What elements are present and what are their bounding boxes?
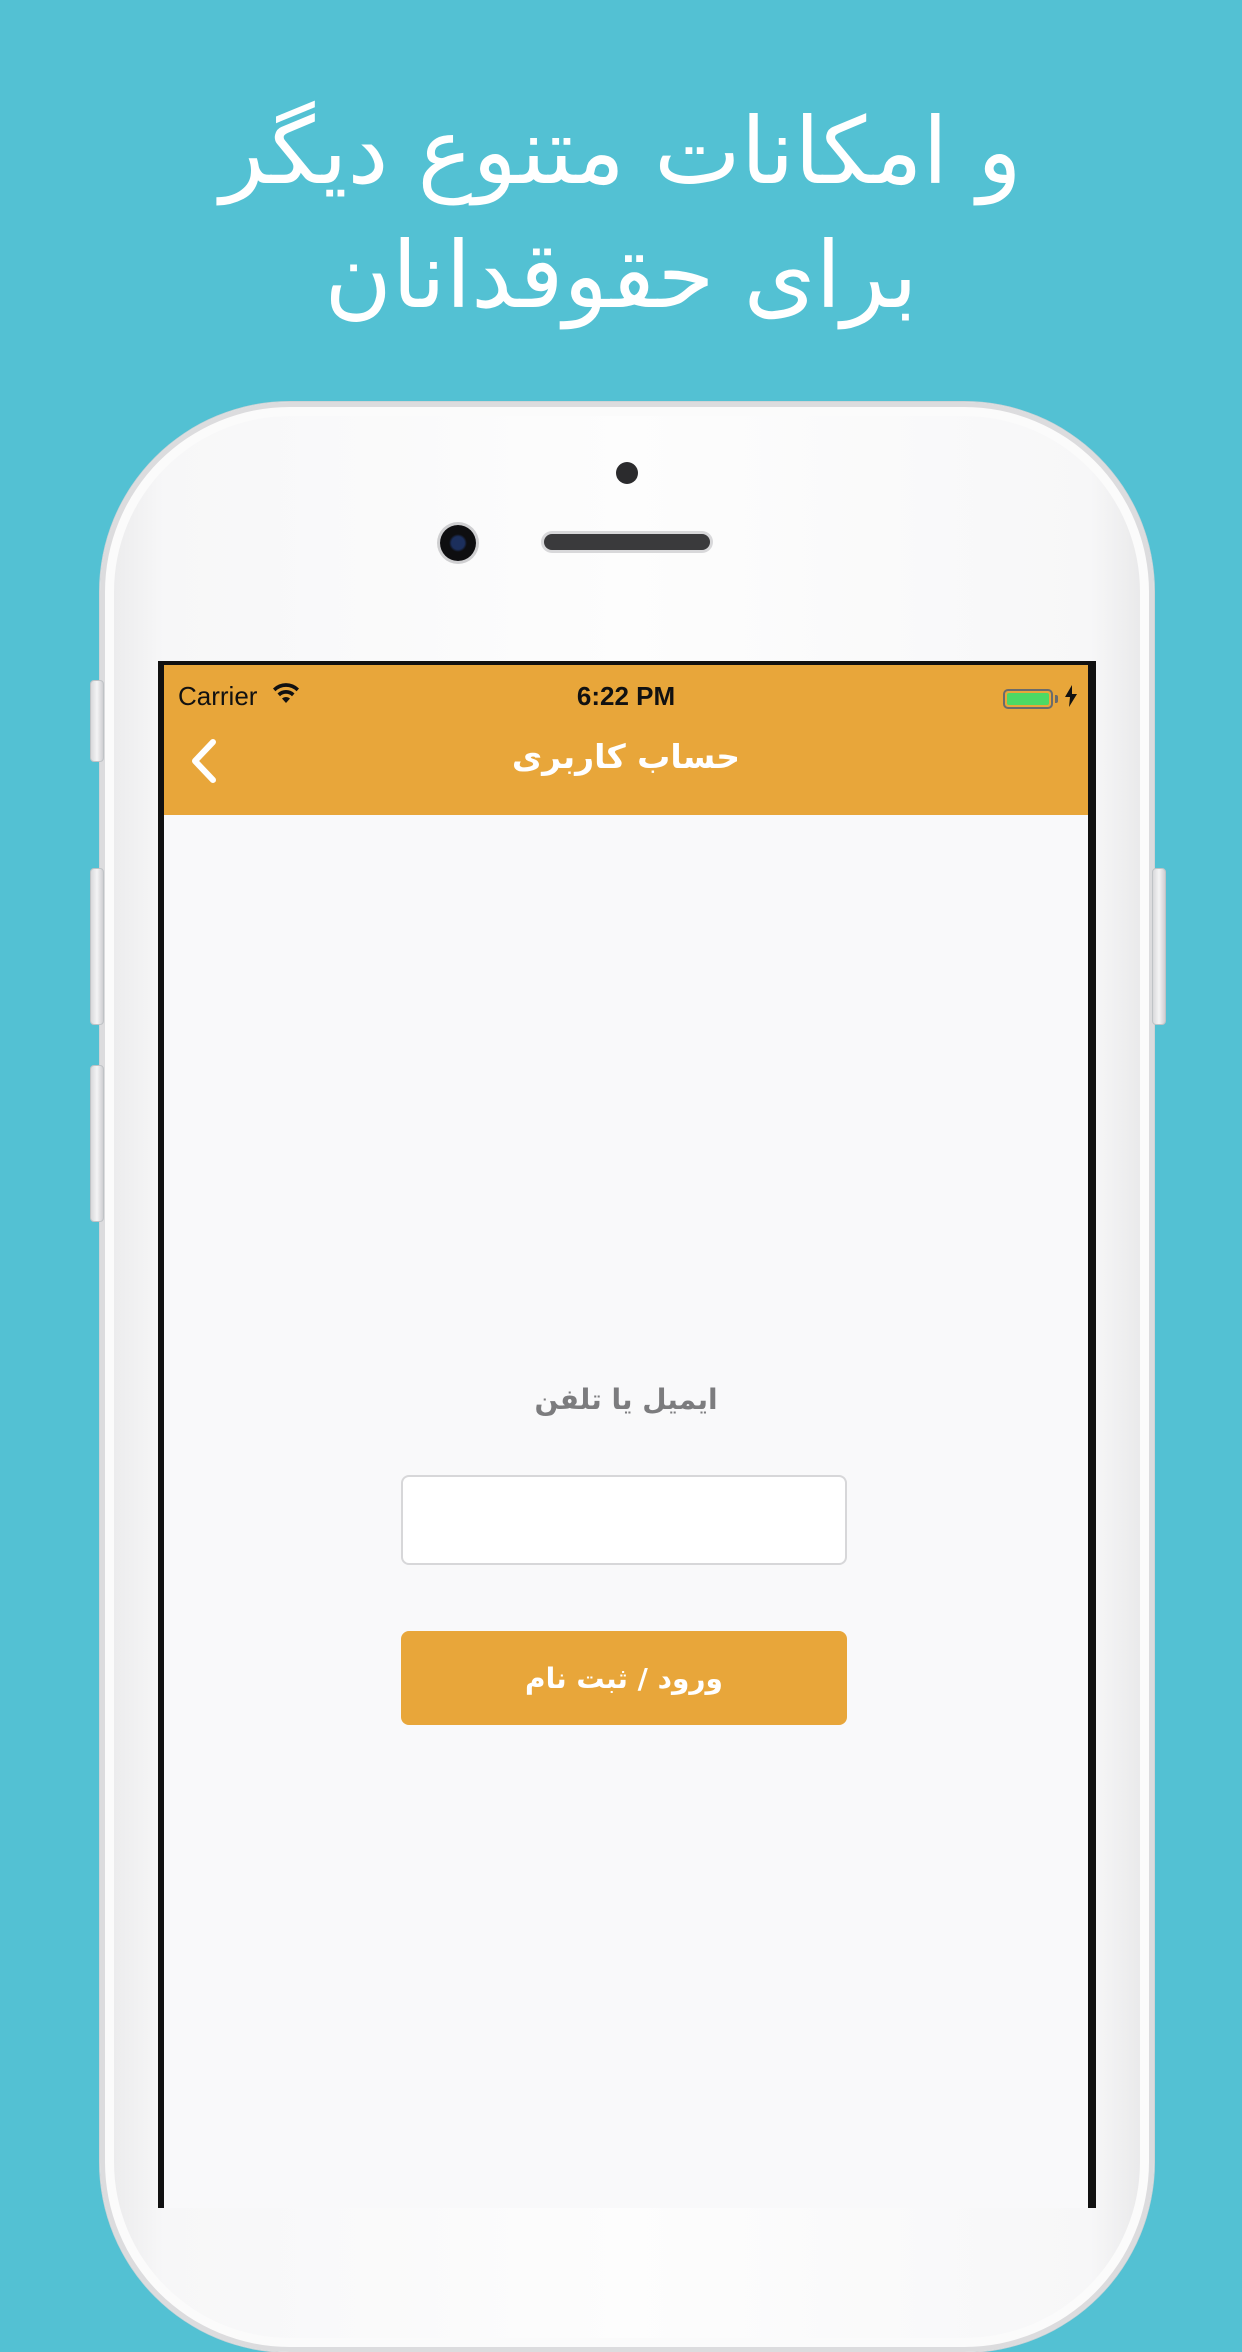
status-bar: Carrier 6:22 PM <box>164 665 1088 727</box>
status-time: 6:22 PM <box>576 681 676 711</box>
promo-line-2: برای حقوقدانان <box>324 222 918 329</box>
front-camera <box>440 525 476 561</box>
navigation-bar: Carrier 6:22 PM حساب کاربری <box>164 665 1088 815</box>
charging-bolt-icon <box>1064 683 1078 714</box>
promo-line-1: و امکانات متنوع دیگر <box>220 98 1022 205</box>
battery-icon <box>1003 688 1053 709</box>
proximity-sensor <box>616 462 638 484</box>
page-title: حساب کاربری <box>511 737 741 776</box>
battery-level <box>1007 692 1049 705</box>
promo-headline: و امکانات متنوع دیگر برای حقوقدانان <box>0 90 1242 338</box>
login-register-button[interactable]: ورود / ثبت نام <box>401 1631 847 1725</box>
earpiece-speaker <box>544 534 710 550</box>
volume-down-button <box>90 1065 104 1222</box>
power-button <box>1152 868 1166 1025</box>
mute-switch <box>90 680 104 762</box>
app-view: Carrier 6:22 PM حساب کاربری ایمیل یا تلف… <box>164 665 1088 2208</box>
phone-screen: Carrier 6:22 PM حساب کاربری ایمیل یا تلف… <box>158 661 1096 2208</box>
battery-group <box>1003 683 1078 714</box>
email-phone-input[interactable] <box>401 1475 847 1565</box>
battery-tip <box>1055 694 1058 703</box>
volume-up-button <box>90 868 104 1025</box>
email-phone-label: ایمیل یا تلفن <box>534 1383 718 1416</box>
